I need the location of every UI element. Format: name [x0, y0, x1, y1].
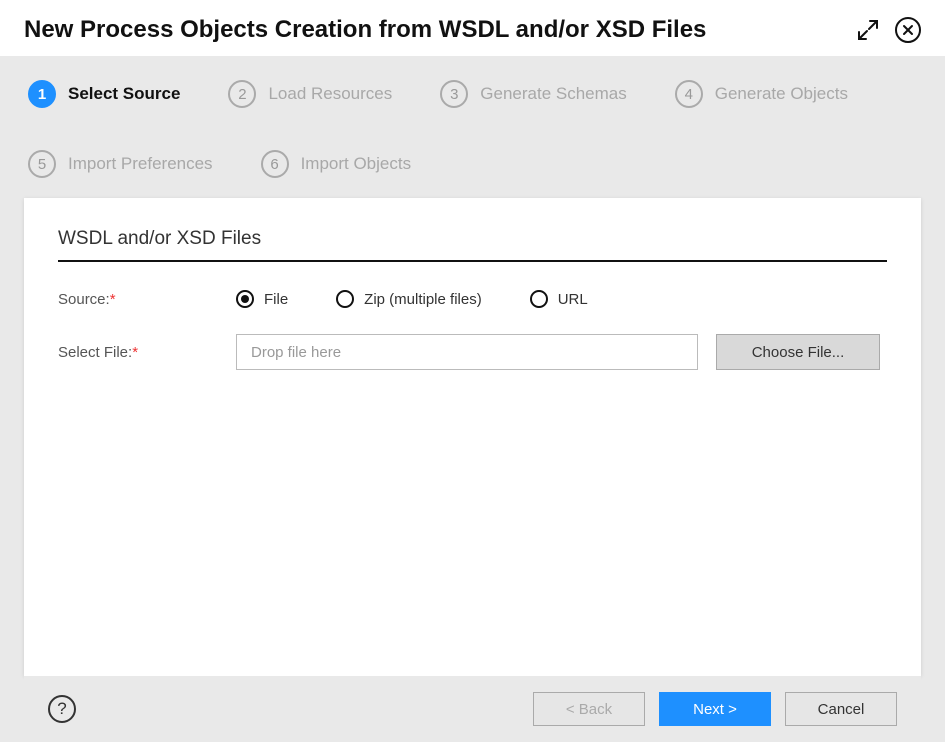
required-mark: * [132, 344, 138, 361]
select-file-label: Select File:* [58, 344, 236, 361]
radio-icon [236, 290, 254, 308]
help-icon[interactable]: ? [48, 695, 76, 723]
step-number: 2 [228, 80, 256, 108]
dialog-header: New Process Objects Creation from WSDL a… [0, 0, 945, 56]
radio-file[interactable]: File [236, 290, 288, 308]
step-number: 5 [28, 150, 56, 178]
radio-url[interactable]: URL [530, 290, 588, 308]
source-label: Source:* [58, 291, 236, 308]
source-row: Source:* File Zip (multiple files) URL [58, 290, 887, 308]
wizard-steps: 1 Select Source 2 Load Resources 3 Gener… [24, 74, 921, 198]
step-generate-schemas[interactable]: 3 Generate Schemas [440, 80, 626, 108]
step-label: Import Preferences [68, 154, 213, 174]
radio-zip[interactable]: Zip (multiple files) [336, 290, 482, 308]
step-label: Generate Schemas [480, 84, 626, 104]
file-controls: Choose File... [236, 334, 880, 370]
radio-label: File [264, 291, 288, 308]
step-select-source[interactable]: 1 Select Source [28, 80, 180, 108]
step-load-resources[interactable]: 2 Load Resources [228, 80, 392, 108]
select-file-label-text: Select File: [58, 344, 132, 361]
dialog-title: New Process Objects Creation from WSDL a… [24, 16, 706, 44]
radio-label: Zip (multiple files) [364, 291, 482, 308]
choose-file-button[interactable]: Choose File... [716, 334, 880, 370]
cancel-button[interactable]: Cancel [785, 692, 897, 726]
next-button[interactable]: Next > [659, 692, 771, 726]
select-file-row: Select File:* Choose File... [58, 334, 887, 370]
source-label-text: Source: [58, 291, 110, 308]
back-button[interactable]: < Back [533, 692, 645, 726]
radio-icon [530, 290, 548, 308]
resize-icon[interactable] [855, 17, 881, 43]
required-mark: * [110, 291, 116, 308]
step-number: 3 [440, 80, 468, 108]
drop-file-input[interactable] [236, 334, 698, 370]
step-number: 4 [675, 80, 703, 108]
step-generate-objects[interactable]: 4 Generate Objects [675, 80, 848, 108]
wizard-body: 1 Select Source 2 Load Resources 3 Gener… [0, 56, 945, 742]
close-icon[interactable] [895, 17, 921, 43]
step-number: 1 [28, 80, 56, 108]
step-label: Generate Objects [715, 84, 848, 104]
step-import-objects[interactable]: 6 Import Objects [261, 150, 412, 178]
radio-label: URL [558, 291, 588, 308]
step-label: Select Source [68, 84, 180, 104]
radio-icon [336, 290, 354, 308]
step-import-preferences[interactable]: 5 Import Preferences [28, 150, 213, 178]
step-label: Load Resources [268, 84, 392, 104]
step-number: 6 [261, 150, 289, 178]
header-icons [855, 17, 921, 43]
content-panel: WSDL and/or XSD Files Source:* File Zip … [24, 198, 921, 676]
source-radios: File Zip (multiple files) URL [236, 290, 588, 308]
panel-title: WSDL and/or XSD Files [58, 228, 887, 262]
dialog-footer: ? < Back Next > Cancel [24, 676, 921, 742]
step-label: Import Objects [301, 154, 412, 174]
